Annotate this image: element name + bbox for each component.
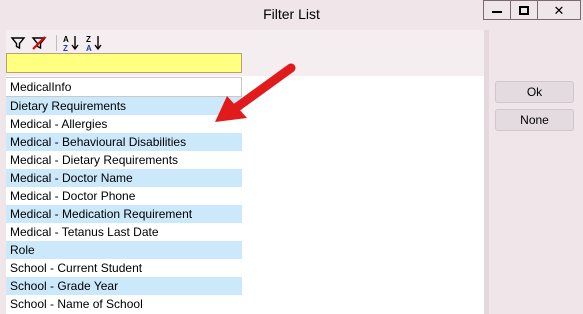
- annotation-arrow-icon: [215, 63, 296, 122]
- minimize-icon: [492, 11, 502, 13]
- maximize-icon: [519, 5, 529, 15]
- sort-descending-icon[interactable]: Z A: [85, 34, 103, 52]
- list-item[interactable]: School - Grade Year: [6, 277, 242, 295]
- list-item[interactable]: School - Current Student: [6, 259, 242, 277]
- button-panel: [489, 30, 579, 314]
- close-icon: ✕: [553, 2, 565, 18]
- minimize-button[interactable]: [483, 0, 511, 20]
- close-button[interactable]: ✕: [537, 0, 581, 20]
- svg-text:A: A: [86, 44, 92, 52]
- list-item[interactable]: Medical - Behavioural Disabilities: [6, 133, 242, 151]
- list-item[interactable]: Medical - Dietary Requirements: [6, 151, 242, 169]
- svg-text:Z: Z: [86, 35, 91, 44]
- list-item[interactable]: Medical - Doctor Name: [6, 169, 242, 187]
- list-item[interactable]: Medical - Tetanus Last Date: [6, 223, 242, 241]
- svg-text:Z: Z: [63, 44, 68, 52]
- list-item[interactable]: Medical - Doctor Phone: [6, 187, 242, 205]
- sort-ascending-icon[interactable]: A Z: [62, 34, 80, 52]
- clear-filter-icon[interactable]: [30, 34, 48, 52]
- filter-icon[interactable]: [9, 34, 27, 52]
- ok-button[interactable]: Ok: [495, 81, 574, 103]
- svg-text:A: A: [63, 35, 69, 44]
- list-item[interactable]: Medical - Medication Requirement: [6, 205, 242, 223]
- maximize-button[interactable]: [510, 0, 538, 20]
- list-item[interactable]: School - Name of School: [6, 295, 242, 313]
- title-bar: Filter List ✕: [0, 0, 583, 30]
- none-button[interactable]: None: [495, 109, 574, 131]
- list-item[interactable]: Role: [6, 241, 242, 259]
- toolbar-separator: [56, 35, 57, 51]
